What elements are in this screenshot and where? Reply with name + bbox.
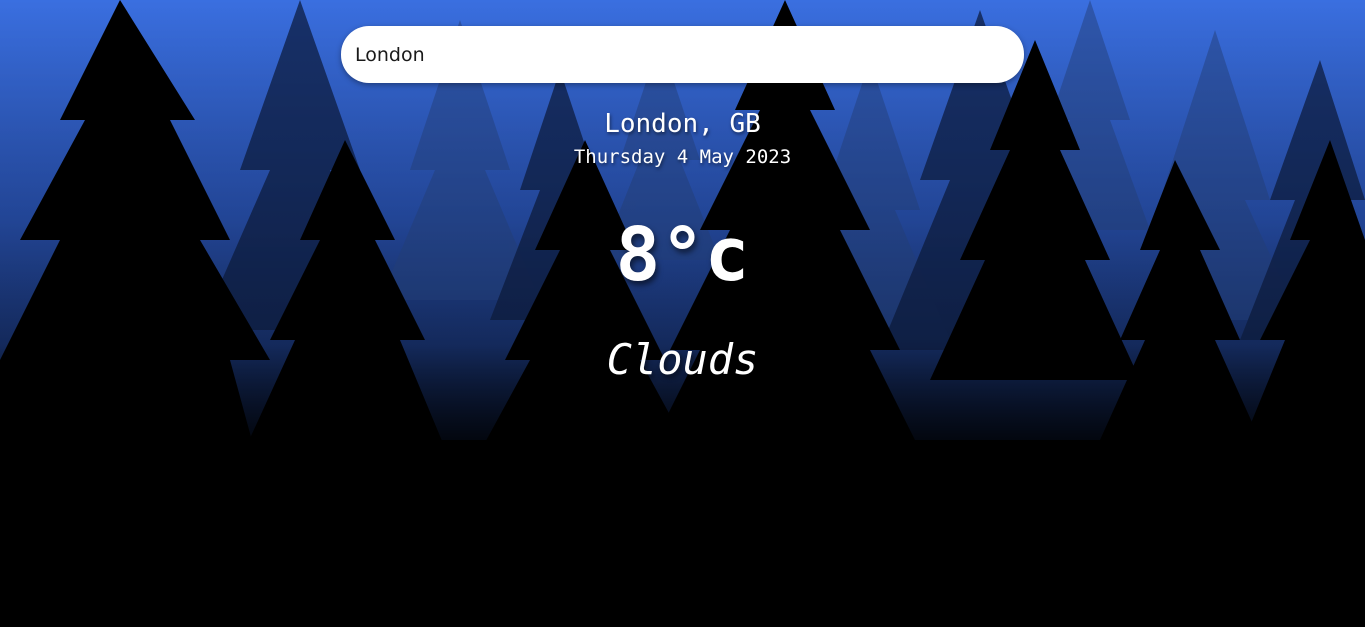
current-date: Thursday 4 May 2023 xyxy=(573,146,792,168)
temperature: 8°c xyxy=(615,212,750,298)
search-bar[interactable] xyxy=(341,26,1024,83)
weather-condition: Clouds xyxy=(606,335,759,384)
forest-background xyxy=(0,0,1365,627)
location-name: London, GB xyxy=(604,109,761,139)
search-input[interactable] xyxy=(341,26,1024,83)
